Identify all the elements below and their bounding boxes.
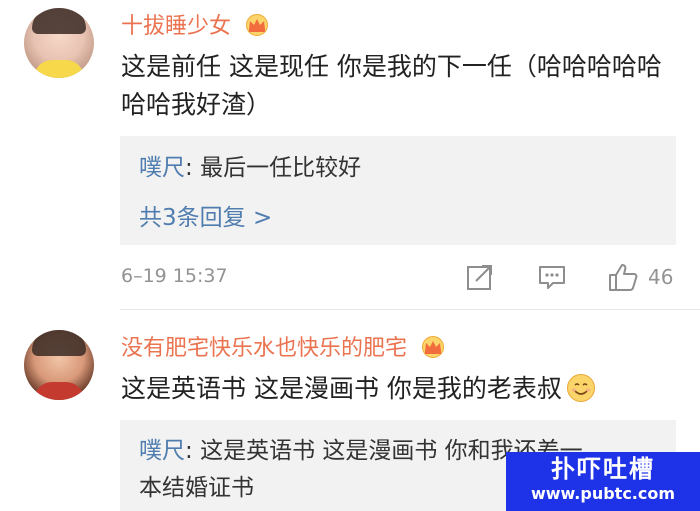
reply-username[interactable]: 噗尺 — [139, 155, 185, 181]
reply-line-continued: 本结婚证书 — [139, 475, 254, 501]
watermark-title: 扑吓吐槽 — [551, 455, 655, 483]
username-text[interactable]: 十拔睡少女 — [121, 14, 231, 39]
comment-icon[interactable] — [537, 262, 567, 292]
share-icon[interactable] — [466, 262, 494, 292]
username[interactable]: 十拔睡少女 — [121, 8, 270, 40]
comment-text-content: 这是英语书 这是漫画书 你是我的老表叔 — [121, 374, 562, 403]
reply-box[interactable]: 噗尺: 最后一任比较好 共3条回复 > — [120, 136, 676, 245]
username-text[interactable]: 没有肥宅快乐水也快乐的肥宅 — [121, 336, 407, 361]
crown-icon — [246, 14, 269, 36]
reply-text: 最后一任比较好 — [200, 155, 362, 181]
comment-time: 6–19 15:37 — [121, 265, 228, 287]
more-replies-link[interactable]: 共3条回复 > — [139, 198, 272, 232]
reply-separator: : — [185, 155, 201, 181]
avatar[interactable] — [24, 8, 94, 78]
avatar[interactable] — [24, 330, 94, 400]
reply-line: 噗尺: 最后一任比较好 — [139, 153, 361, 183]
like-icon[interactable] — [607, 262, 639, 292]
crown-icon — [422, 336, 445, 358]
username[interactable]: 没有肥宅快乐水也快乐的肥宅 — [121, 330, 446, 362]
watermark-url: www.pubtc.com — [530, 484, 676, 503]
smiley-icon — [566, 374, 595, 402]
comment-text: 这是前任 这是现任 你是我的下一任（哈哈哈哈哈哈哈我好渣） — [121, 52, 662, 119]
comment-text: 这是英语书 这是漫画书 你是我的老表叔 — [121, 369, 596, 405]
comment-item: 十拔睡少女 这是前任 这是现任 你是我的下一任（哈哈哈哈哈哈哈我好渣） 噗尺: … — [0, 0, 700, 310]
watermark: 扑吓吐槽 www.pubtc.com — [506, 452, 700, 511]
reply-separator: : — [185, 438, 201, 464]
like-count: 46 — [648, 265, 674, 289]
reply-username[interactable]: 噗尺 — [139, 438, 185, 464]
